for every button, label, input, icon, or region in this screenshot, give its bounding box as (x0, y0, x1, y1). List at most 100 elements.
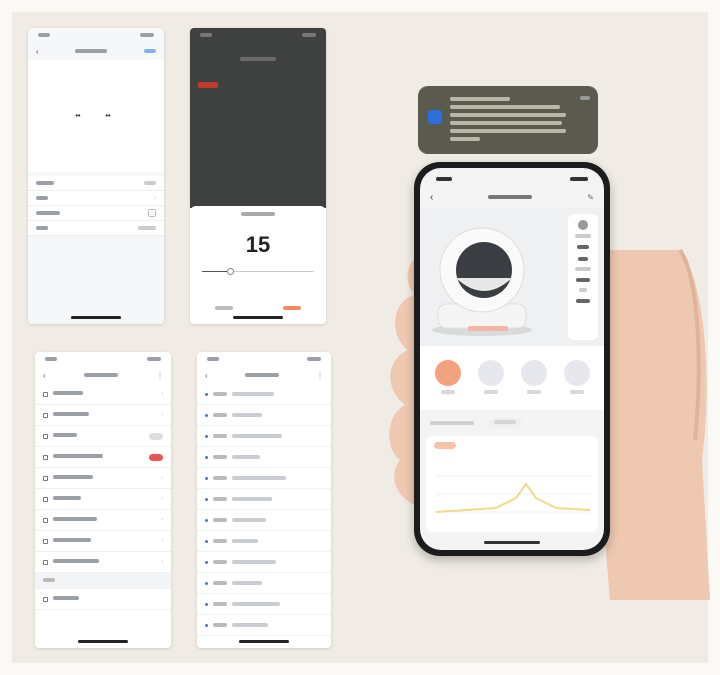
schedule-edit-screen: ‹ · · •• · · · · •• · · › (28, 28, 164, 324)
chevron-right-icon: › (161, 475, 163, 481)
confirm-button[interactable] (283, 306, 301, 310)
chevron-right-icon: › (161, 391, 163, 397)
chevron-right-icon: › (161, 538, 163, 544)
sheet-title (190, 212, 326, 218)
bullet-icon (205, 518, 208, 522)
mode-row[interactable]: › (28, 191, 164, 206)
edit-icon[interactable]: ✎ (587, 193, 594, 202)
bullet-icon (205, 413, 208, 417)
log-list (197, 384, 331, 636)
mode-button[interactable] (434, 360, 461, 410)
back-icon[interactable]: ‹ (36, 47, 39, 56)
back-icon[interactable]: ‹ (205, 371, 208, 380)
list-item[interactable]: › (35, 489, 171, 510)
bullet-icon (205, 623, 208, 627)
device-image-area (420, 208, 604, 346)
tab-active[interactable] (430, 421, 474, 425)
list-item[interactable]: › (35, 468, 171, 489)
slider-knob[interactable] (227, 268, 234, 275)
mode-button[interactable] (520, 360, 547, 410)
minute-column[interactable]: · · •• · · (100, 84, 116, 149)
checkbox[interactable] (148, 209, 156, 217)
chevron-right-icon: › (161, 496, 163, 502)
log-entry (197, 510, 331, 531)
nav-bar: ‹ ⋮ (35, 366, 171, 384)
dimmed-title (190, 48, 326, 66)
bullet-icon (205, 476, 208, 480)
label-row[interactable] (28, 221, 164, 236)
mode-button[interactable] (563, 360, 590, 410)
bullet-icon (205, 539, 208, 543)
list-item[interactable]: › (35, 384, 171, 405)
nav-title (84, 373, 119, 377)
log-entry (197, 426, 331, 447)
home-indicator (484, 541, 540, 544)
list-item[interactable] (35, 426, 171, 447)
mode-icon (434, 360, 461, 386)
row-icon (43, 391, 48, 397)
settings-list: › › › › › › › (35, 384, 171, 573)
litter-box-image (432, 227, 532, 336)
status-bar (420, 168, 604, 186)
section-header (35, 573, 171, 589)
notification-banner[interactable] (418, 86, 598, 154)
notification-body (450, 96, 588, 144)
list-item[interactable]: › (35, 552, 171, 573)
log-entry (197, 594, 331, 615)
list-item[interactable]: › (35, 405, 171, 426)
red-tag (198, 82, 218, 88)
settings-icon[interactable] (578, 220, 588, 230)
main-phone: ‹ ✎ (414, 162, 610, 556)
row-icon (43, 412, 48, 418)
activity-log-screen: ‹ ⋮ (197, 352, 331, 648)
nav-title (75, 49, 108, 53)
notification-time (580, 95, 590, 103)
device-status-panel (568, 214, 598, 340)
row-icon (43, 496, 48, 502)
log-entry (197, 384, 331, 405)
repeat-row[interactable] (28, 176, 164, 191)
more-icon[interactable]: ⋮ (317, 372, 323, 379)
home-indicator (239, 640, 289, 643)
list-item[interactable] (35, 589, 171, 610)
row-icon (43, 475, 48, 481)
home-indicator (233, 316, 283, 319)
status-bar (197, 352, 331, 366)
stats-tabs (420, 410, 604, 436)
device-settings-screen: ‹ ⋮ › › › › › › › (35, 352, 171, 648)
row-icon (43, 559, 48, 565)
log-entry (197, 447, 331, 468)
status-bar (190, 28, 326, 42)
bullet-icon (205, 434, 208, 438)
hour-column[interactable]: · · •• · · (70, 84, 86, 149)
list-item[interactable]: › (35, 531, 171, 552)
list-item[interactable] (35, 447, 171, 468)
cancel-button[interactable] (215, 306, 233, 310)
chevron-right-icon: › (161, 559, 163, 565)
back-icon[interactable]: ‹ (43, 371, 46, 380)
home-indicator (78, 640, 128, 643)
mode-buttons (420, 346, 604, 410)
toggle-off[interactable] (149, 432, 163, 440)
back-icon[interactable]: ‹ (430, 192, 433, 203)
bullet-icon (205, 455, 208, 459)
row-icon (43, 433, 48, 439)
toggle-on[interactable] (149, 453, 163, 461)
log-entry (197, 615, 331, 636)
duration-slider[interactable] (202, 268, 314, 276)
bullet-icon (205, 392, 208, 396)
notification-row[interactable] (28, 206, 164, 221)
list-item[interactable]: › (35, 510, 171, 531)
status-bar (35, 352, 171, 366)
mode-button[interactable] (477, 360, 504, 410)
nav-bar: ‹ ⋮ (197, 366, 331, 384)
save-button[interactable] (143, 49, 156, 53)
more-icon[interactable]: ⋮ (157, 372, 163, 379)
home-indicator (71, 316, 121, 319)
tab-inactive[interactable] (488, 418, 522, 428)
log-entry (197, 405, 331, 426)
mode-icon (477, 360, 504, 386)
time-picker[interactable]: · · •• · · · · •• · · (28, 60, 164, 172)
nav-title (245, 373, 280, 377)
device-name (488, 195, 533, 199)
